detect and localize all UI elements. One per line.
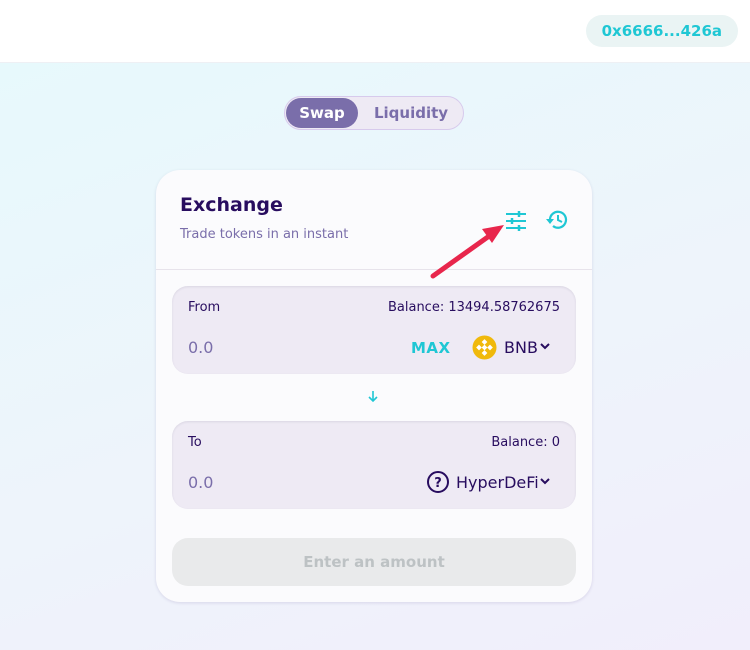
to-label: To bbox=[188, 435, 202, 450]
unknown-token-icon: ? bbox=[426, 470, 450, 498]
from-token-label: BNB bbox=[504, 338, 538, 357]
to-amount-input[interactable]: 0.0 bbox=[188, 473, 213, 492]
exchange-title: Exchange bbox=[180, 194, 283, 216]
tab-swap[interactable]: Swap bbox=[286, 98, 358, 128]
tab-liquidity[interactable]: Liquidity bbox=[365, 98, 457, 128]
exchange-subtitle: Trade tokens in an instant bbox=[180, 227, 349, 242]
enter-amount-button[interactable]: Enter an amount bbox=[172, 538, 576, 586]
bnb-icon bbox=[472, 335, 497, 364]
switch-arrow-icon[interactable] bbox=[366, 389, 380, 407]
to-balance: Balance: 0 bbox=[491, 435, 560, 450]
chevron-down-icon bbox=[539, 338, 551, 358]
history-icon[interactable] bbox=[544, 208, 570, 232]
sliders-icon[interactable] bbox=[504, 210, 528, 232]
from-token-selector[interactable]: BNB bbox=[472, 335, 562, 361]
to-token-label: HyperDeFi bbox=[456, 473, 539, 492]
from-amount-input[interactable]: 0.0 bbox=[188, 338, 213, 357]
card-divider bbox=[156, 269, 592, 270]
swap-liquidity-toggle: Swap Liquidity bbox=[284, 96, 464, 130]
from-label: From bbox=[188, 300, 221, 315]
top-bar: 0x6666...426a bbox=[0, 0, 750, 63]
svg-text:?: ? bbox=[434, 476, 442, 491]
to-panel: To Balance: 0 0.0 ? HyperDeFi bbox=[172, 421, 576, 509]
exchange-card: Exchange Trade tokens in an instant From bbox=[156, 170, 592, 602]
from-panel: From Balance: 13494.58762675 0.0 MAX BNB bbox=[172, 286, 576, 374]
chevron-down-icon bbox=[539, 473, 551, 493]
to-token-selector[interactable]: ? HyperDeFi bbox=[426, 470, 562, 496]
from-balance: Balance: 13494.58762675 bbox=[387, 300, 560, 315]
wallet-address-button[interactable]: 0x6666...426a bbox=[585, 15, 738, 47]
max-button[interactable]: MAX bbox=[411, 339, 451, 357]
